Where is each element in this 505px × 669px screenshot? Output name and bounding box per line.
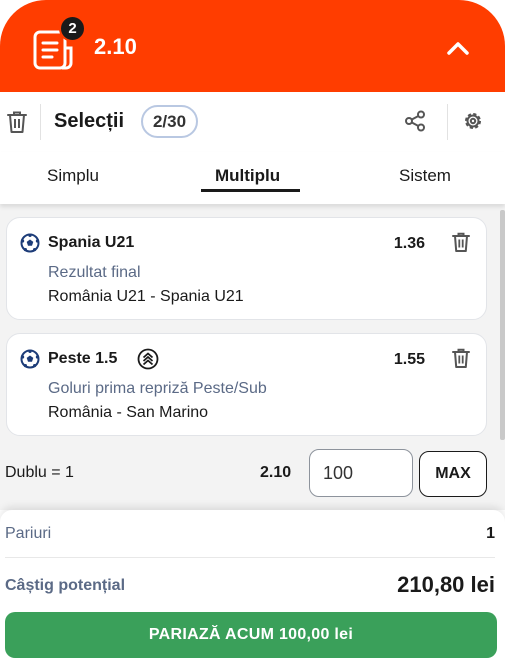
selections-count-pill: 2/30 xyxy=(141,105,198,138)
selection-market: Rezultat final xyxy=(48,264,141,281)
trash-icon[interactable] xyxy=(6,110,28,134)
combo-odds: 2.10 xyxy=(260,464,292,481)
trash-icon[interactable] xyxy=(452,232,470,253)
bet-slip-header[interactable]: 2 2.10 xyxy=(0,0,505,92)
place-bet-button[interactable]: PARIAZĂ ACUM 100,00 lei xyxy=(5,612,497,658)
divider xyxy=(447,104,448,140)
selection-odds: 1.36 xyxy=(393,235,425,252)
selection-odds: 1.55 xyxy=(393,351,425,368)
scrollbar[interactable] xyxy=(500,210,505,440)
selection-card: Spania U21 1.36 Rezultat final România U… xyxy=(6,217,487,320)
selection-event: România - San Marino xyxy=(48,404,209,421)
divider xyxy=(40,104,41,140)
bet-summary: Pariuri 1 Câștig potențial 210,80 lei PA… xyxy=(0,510,505,669)
boost-icon xyxy=(137,348,159,370)
potential-win-label: Câștig potențial xyxy=(5,577,126,594)
selection-name: Peste 1.5 xyxy=(48,350,118,367)
gear-icon[interactable] xyxy=(462,110,484,132)
active-tab-indicator xyxy=(201,189,300,192)
tab-simplu[interactable]: Simplu xyxy=(47,166,99,186)
bets-value: 1 xyxy=(486,525,495,542)
total-odds: 2.10 xyxy=(94,34,137,59)
combo-label: Dublu = 1 xyxy=(5,464,74,481)
trash-icon[interactable] xyxy=(452,348,470,369)
bet-type-tabs: Simplu Multiplu Sistem xyxy=(0,152,505,204)
selection-count-badge: 2 xyxy=(59,15,86,42)
stake-input[interactable] xyxy=(309,449,413,497)
max-stake-button[interactable]: MAX xyxy=(419,451,487,497)
divider xyxy=(5,557,495,558)
soccer-ball-icon xyxy=(20,349,40,369)
bets-label: Pariuri xyxy=(5,525,52,542)
tab-multiplu[interactable]: Multiplu xyxy=(215,166,280,186)
selection-event: România U21 - Spania U21 xyxy=(48,288,244,305)
tab-sistem[interactable]: Sistem xyxy=(399,166,451,186)
selections-title: Selecții xyxy=(54,110,125,132)
selections-toolbar: Selecții 2/30 xyxy=(0,92,505,152)
selection-market: Goluri prima repriză Peste/Sub xyxy=(48,380,267,397)
selection-card: Peste 1.5 1.55 Goluri prima repriză Pest… xyxy=(6,333,487,436)
chevron-up-icon[interactable] xyxy=(444,34,472,62)
soccer-ball-icon xyxy=(20,233,40,253)
selection-name: Spania U21 xyxy=(48,234,135,251)
potential-win-value: 210,80 lei xyxy=(397,572,495,597)
share-icon[interactable] xyxy=(404,110,426,132)
